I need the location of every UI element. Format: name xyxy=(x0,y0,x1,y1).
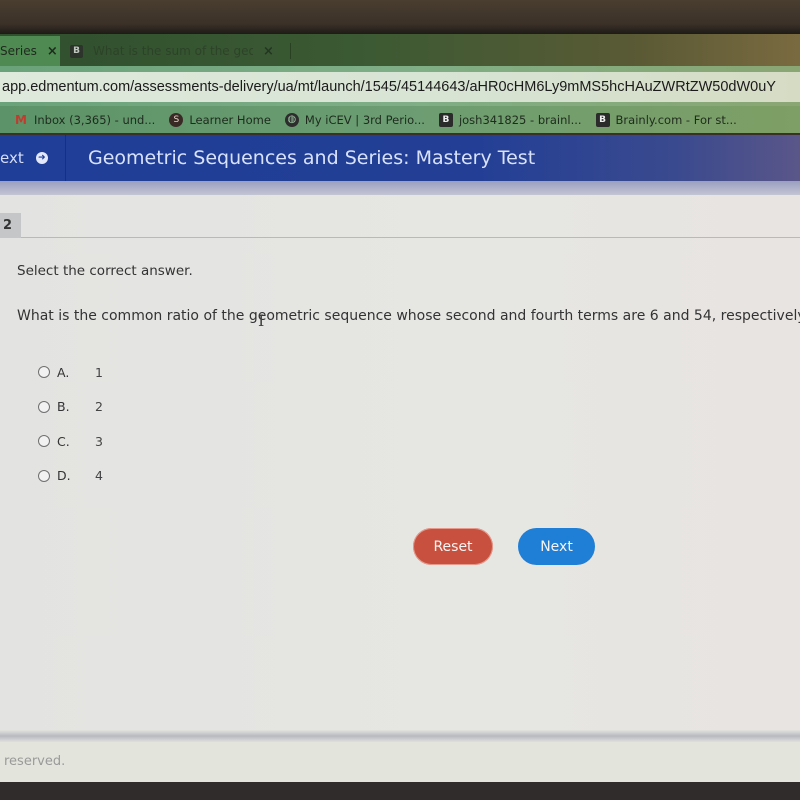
bookmark-my-icev[interactable]: ◍ My iCEV | 3rd Perio... xyxy=(284,112,425,127)
bookmark-learner-home[interactable]: S Learner Home xyxy=(169,112,271,127)
screen-bezel-bottom xyxy=(0,782,800,800)
brainly-icon: B xyxy=(438,112,453,127)
question-number-bar: 2 xyxy=(0,213,800,238)
option-letter: B. xyxy=(57,399,70,415)
bookmark-label: My iCEV | 3rd Perio... xyxy=(304,112,425,127)
option-value: 3 xyxy=(95,433,103,449)
gmail-icon: M xyxy=(15,112,27,127)
address-bar: app.edmentum.com/assessments-delivery/ua… xyxy=(0,66,800,106)
radio-button[interactable] xyxy=(38,366,50,379)
tab-divider xyxy=(289,43,291,59)
bookmark-brainly-profile[interactable]: B josh341825 - brainl... xyxy=(438,112,582,127)
bookmark-label: josh341825 - brainl... xyxy=(458,112,582,127)
globe-icon: ◍ xyxy=(284,112,299,127)
learner-home-icon: S xyxy=(169,112,184,127)
bookmark-label: Inbox (3,365) - und... xyxy=(34,112,156,127)
option-value: 2 xyxy=(95,399,103,415)
footer-copyright: reserved. xyxy=(4,754,66,769)
answer-options: A. 1 B. 2 C. 3 D. 4 xyxy=(38,355,103,493)
radio-button[interactable] xyxy=(38,469,50,482)
option-b[interactable]: B. 2 xyxy=(38,390,103,425)
bookmark-label: Brainly.com - For st... xyxy=(615,112,737,127)
option-value: 1 xyxy=(95,364,103,380)
radio-button[interactable] xyxy=(38,400,50,413)
option-c[interactable]: C. 3 xyxy=(38,424,103,459)
brainly-icon: B xyxy=(595,112,610,127)
next-button[interactable]: Next xyxy=(518,528,595,565)
brainly-icon: B xyxy=(70,44,83,58)
close-icon[interactable]: × xyxy=(263,44,274,59)
option-value: 4 xyxy=(95,468,103,484)
question-panel: 2 Select the correct answer. What is the… xyxy=(0,195,800,730)
action-buttons: Reset Next xyxy=(413,528,595,565)
tab-label: Series xyxy=(0,44,37,58)
page-title: Geometric Sequences and Series: Mastery … xyxy=(88,147,536,169)
bookmark-brainly[interactable]: B Brainly.com - For st... xyxy=(595,112,737,127)
tab-series[interactable]: Series × xyxy=(0,36,60,66)
radio-button[interactable] xyxy=(38,435,50,448)
arrow-right-circle-icon: ➜ xyxy=(35,152,48,164)
option-a[interactable]: A. 1 xyxy=(38,355,103,390)
close-icon[interactable]: × xyxy=(47,44,58,59)
text-cursor-icon: I xyxy=(258,311,265,330)
test-header: ext ➜ Geometric Sequences and Series: Ma… xyxy=(0,135,800,181)
bookmark-label: Learner Home xyxy=(189,112,271,127)
question-text: What is the common ratio of the geometri… xyxy=(17,308,800,324)
url-input[interactable]: app.edmentum.com/assessments-delivery/ua… xyxy=(0,72,800,102)
reset-button[interactable]: Reset xyxy=(413,528,493,565)
bookmark-inbox[interactable]: M Inbox (3,365) - und... xyxy=(14,113,155,127)
page-footer: reserved. xyxy=(0,742,800,782)
browser-tab-bar: Series × B What is the sum of the geomet… xyxy=(0,34,800,66)
footer-divider xyxy=(0,730,800,742)
bookmarks-bar: M Inbox (3,365) - und... S Learner Home … xyxy=(0,106,800,133)
question-number: 2 xyxy=(0,213,21,238)
header-next-label: ext xyxy=(0,149,24,167)
screen-bezel-top xyxy=(0,0,800,34)
tab-brainly-question[interactable]: B What is the sum of the geometric... × xyxy=(60,36,305,66)
tab-label: What is the sum of the geometric... xyxy=(93,44,253,58)
header-shadow xyxy=(0,181,800,195)
question-instruction: Select the correct answer. xyxy=(17,263,193,279)
option-d[interactable]: D. 4 xyxy=(38,459,103,494)
option-letter: D. xyxy=(57,468,71,484)
option-letter: A. xyxy=(57,364,70,380)
option-letter: C. xyxy=(57,433,70,449)
header-next-button[interactable]: ext ➜ xyxy=(0,135,66,181)
